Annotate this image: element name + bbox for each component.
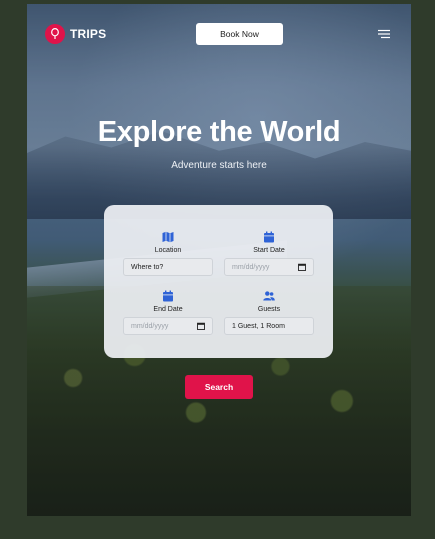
guests-select[interactable]: 1 Guest, 1 Room [224,317,314,335]
end-date-field: End Date mm/dd/yyyy [123,290,213,335]
location-label: Location [154,247,182,254]
balloon-icon [51,28,59,39]
users-icon [263,291,275,301]
calendar-icon [163,290,173,302]
start-date-label: Start Date [253,247,285,254]
book-now-button[interactable]: Book Now [196,23,283,45]
start-date-input[interactable]: mm/dd/yyyy [224,258,314,276]
location-field: Location Where to? [123,231,213,276]
end-date-placeholder: mm/dd/yyyy [131,322,169,330]
logo-text: TRIPS [70,27,107,41]
logo[interactable]: TRIPS [45,24,106,44]
start-date-placeholder: mm/dd/yyyy [232,263,270,271]
hamburger-menu-icon[interactable] [377,29,391,39]
start-date-field: Start Date mm/dd/yyyy [224,231,314,276]
page-frame: TRIPS Book Now Explore the World Adventu… [27,4,411,516]
search-button[interactable]: Search [185,375,253,399]
end-date-label: End Date [153,306,183,313]
calendar-picker-icon[interactable] [298,263,306,271]
location-input[interactable]: Where to? [123,258,213,276]
calendar-icon [264,231,274,243]
navbar: TRIPS Book Now [27,4,411,64]
hero-title: Explore the World [97,116,341,148]
search-form-card: Location Where to? Start Date mm/dd/yyyy [104,205,333,358]
logo-badge [45,24,65,44]
guests-value: 1 Guest, 1 Room [232,322,285,330]
location-value: Where to? [131,263,164,271]
hero-subtitle: Adventure starts here [171,160,267,171]
calendar-picker-icon[interactable] [197,322,205,330]
end-date-input[interactable]: mm/dd/yyyy [123,317,213,335]
guests-field: Guests 1 Guest, 1 Room [224,290,314,335]
map-icon [162,231,174,243]
guests-label: Guests [257,306,281,313]
